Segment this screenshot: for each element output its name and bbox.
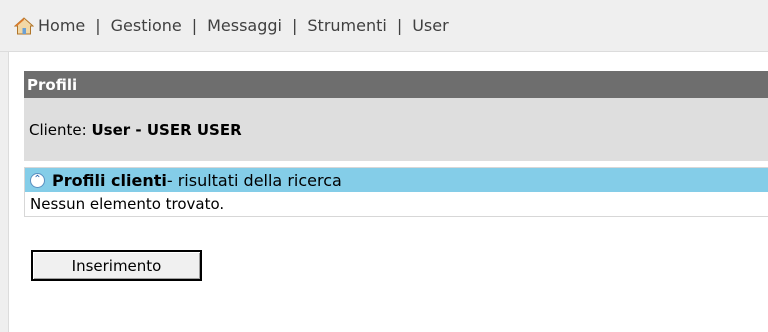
top-navigation-bar: Home | Gestione | Messaggi | Strumenti |… bbox=[0, 0, 768, 52]
chevron-double-up-icon[interactable]: ⌃ bbox=[30, 172, 45, 188]
nav-separator: | bbox=[191, 16, 198, 35]
client-value: User - USER USER bbox=[91, 120, 242, 139]
home-icon[interactable] bbox=[13, 16, 35, 35]
nav-strumenti-link[interactable]: Strumenti bbox=[307, 16, 386, 35]
client-info-row: Cliente: User - USER USER bbox=[24, 98, 768, 161]
results-header: ⌃ Profili clienti - risultati della rice… bbox=[25, 168, 768, 192]
nav-separator: | bbox=[396, 16, 403, 35]
nav-gestione-link[interactable]: Gestione bbox=[111, 16, 182, 35]
results-section: ⌃ Profili clienti - risultati della rice… bbox=[24, 167, 768, 217]
client-label: Cliente: bbox=[29, 120, 87, 139]
nav-home-link[interactable]: Home bbox=[38, 16, 85, 35]
profiles-panel: Profili Cliente: User - USER USER ⌃ Prof… bbox=[24, 71, 768, 217]
results-title: Profili clienti bbox=[52, 170, 167, 190]
empty-results-message: Nessun elemento trovato. bbox=[25, 192, 768, 216]
nav-separator: | bbox=[95, 16, 101, 35]
nav-separator: | bbox=[292, 16, 298, 35]
results-subtitle: - risultati della ricerca bbox=[166, 170, 342, 190]
nav-messaggi-link[interactable]: Messaggi bbox=[207, 16, 282, 35]
left-sidebar-strip bbox=[0, 52, 9, 332]
nav-user-link[interactable]: User bbox=[412, 16, 448, 35]
panel-title: Profili bbox=[24, 71, 768, 98]
insert-button[interactable]: Inserimento bbox=[31, 250, 202, 281]
